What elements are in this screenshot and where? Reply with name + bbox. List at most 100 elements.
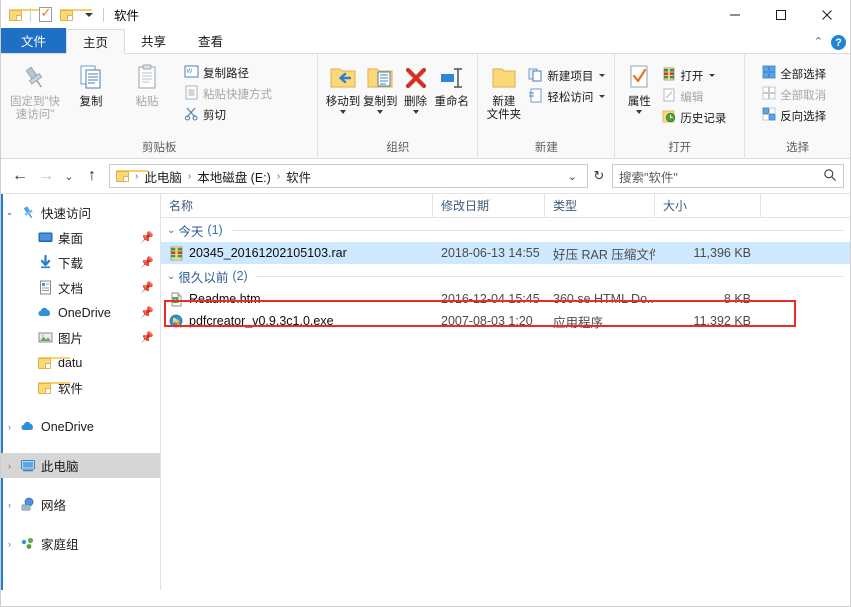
paste-shortcut-button[interactable]: 粘贴快捷方式 bbox=[181, 83, 275, 104]
sidebar-item-pictures[interactable]: 图片 📌 bbox=[1, 325, 160, 350]
invert-selection-button[interactable]: 反向选择 bbox=[759, 105, 829, 126]
copy-path-button[interactable]: W 复制路径 bbox=[181, 62, 275, 83]
tab-file[interactable]: 文件 bbox=[1, 28, 67, 53]
pin-icon[interactable]: 📌 bbox=[140, 331, 154, 344]
copy-path-icon: W bbox=[184, 64, 199, 82]
ribbon: 固定到"快 速访问" 复制 粘贴 W 复制路径 粘贴快捷方式 剪切 剪贴板 移动… bbox=[1, 54, 850, 159]
sidebar-item-quick-access[interactable]: ⌄ 快速访问 bbox=[1, 200, 160, 225]
sidebar-item-homegroup[interactable]: › 家庭组 bbox=[1, 531, 160, 556]
recent-locations-button[interactable]: ⌄ bbox=[59, 163, 79, 189]
tab-home[interactable]: 主页 bbox=[66, 29, 126, 54]
paste-button[interactable]: 粘贴 bbox=[119, 58, 175, 109]
up-button[interactable]: ↑ bbox=[79, 163, 105, 189]
delete-label: 删除 bbox=[404, 96, 428, 108]
file-list-pane[interactable]: 名称 ⌄ 修改日期 类型 大小 ⌄ 今天 (1) 20345_201612021… bbox=[161, 194, 850, 590]
chevron-down-icon[interactable]: ⌄ bbox=[167, 225, 175, 236]
properties-caret-icon[interactable] bbox=[636, 110, 643, 114]
sidebar-item-label: 下载 bbox=[58, 257, 84, 271]
help-icon[interactable]: ? bbox=[831, 35, 846, 50]
group-header-count: (1) bbox=[207, 223, 223, 237]
sidebar-item-datu[interactable]: datu bbox=[1, 350, 160, 375]
breadcrumb-dropdown-icon[interactable]: ⌄ bbox=[562, 170, 583, 183]
chevron-down-icon[interactable]: ⌄ bbox=[167, 271, 175, 282]
search-icon[interactable] bbox=[823, 168, 837, 185]
column-date-modified[interactable]: ⌄ 修改日期 bbox=[433, 194, 545, 218]
ribbon-group-label-open: 打开 bbox=[668, 142, 692, 154]
open-button[interactable]: 打开 bbox=[659, 65, 729, 86]
rename-button[interactable]: 重命名 bbox=[432, 58, 471, 109]
sidebar-item-software[interactable]: 软件 bbox=[1, 375, 160, 400]
edit-icon bbox=[662, 88, 676, 105]
easy-access-button[interactable]: 轻松访问 bbox=[525, 86, 608, 107]
tab-share[interactable]: 共享 bbox=[125, 28, 182, 53]
cut-button[interactable]: 剪切 bbox=[181, 104, 275, 125]
search-input[interactable]: 搜索"软件" bbox=[619, 167, 823, 186]
delete-caret-icon[interactable] bbox=[412, 110, 419, 114]
table-row[interactable]: 20345_20161202105103.rar 2018-06-13 14:5… bbox=[161, 242, 850, 264]
easy-access-caret-icon[interactable] bbox=[599, 95, 606, 98]
sidebar-item-onedrive[interactable]: › OneDrive bbox=[1, 414, 160, 439]
chevron-right-icon[interactable]: › bbox=[1, 539, 18, 549]
sidebar-item-downloads[interactable]: 下载 📌 bbox=[1, 250, 160, 275]
edit-button[interactable]: 编辑 bbox=[659, 86, 729, 107]
chevron-right-icon[interactable]: › bbox=[1, 422, 18, 432]
collapse-ribbon-icon[interactable]: ⌃ bbox=[814, 37, 823, 48]
pin-to-quick-access-button[interactable]: 固定到"快 速访问" bbox=[7, 58, 63, 122]
qat-new-folder-icon[interactable] bbox=[56, 4, 92, 26]
nav-spacer-2 bbox=[1, 439, 160, 453]
breadcrumb[interactable]: › 此电脑 › 本地磁盘 (E:) › 软件 ⌄ bbox=[109, 164, 588, 188]
pin-icon[interactable]: 📌 bbox=[140, 256, 154, 269]
window-controls bbox=[712, 0, 850, 29]
breadcrumb-item-local-disk-e[interactable]: 本地磁盘 (E:) bbox=[192, 167, 276, 186]
ribbon-group-label-new: 新建 bbox=[534, 142, 558, 154]
pin-icon[interactable]: 📌 bbox=[140, 281, 154, 294]
sidebar-item-network[interactable]: › 网络 bbox=[1, 492, 160, 517]
table-row[interactable]: e Readme.htm 2016-12-04 15:45 360 se HTM… bbox=[161, 288, 850, 310]
chevron-right-icon[interactable]: › bbox=[1, 461, 18, 471]
delete-button[interactable]: 删除 bbox=[399, 58, 432, 114]
select-all-button[interactable]: 全部选择 bbox=[759, 63, 829, 84]
copy-to-button[interactable]: 复制到 bbox=[362, 58, 399, 114]
maximize-button[interactable] bbox=[758, 0, 804, 29]
qat-customize-caret-icon[interactable] bbox=[78, 4, 100, 26]
minimize-button[interactable] bbox=[712, 0, 758, 29]
pin-icon[interactable]: 📌 bbox=[140, 306, 154, 319]
column-type[interactable]: 类型 bbox=[545, 194, 655, 218]
select-none-button[interactable]: 全部取消 bbox=[759, 84, 829, 105]
copy-button[interactable]: 复制 bbox=[63, 58, 119, 109]
new-item-caret-icon[interactable] bbox=[599, 74, 606, 77]
group-header-today[interactable]: ⌄ 今天 (1) bbox=[161, 218, 850, 242]
sidebar-item-this-pc[interactable]: › 此电脑 bbox=[1, 453, 160, 478]
chevron-down-icon[interactable]: ⌄ bbox=[1, 207, 18, 218]
new-folder-button[interactable]: 新建 文件夹 bbox=[484, 58, 523, 122]
qat-properties-icon[interactable] bbox=[34, 4, 56, 26]
table-row[interactable]: pdfcreator_v0.9.3c1.0.exe 2007-08-03 1:2… bbox=[161, 310, 850, 332]
sidebar-item-onedrive-quick[interactable]: OneDrive 📌 bbox=[1, 300, 160, 325]
back-button[interactable]: ← bbox=[7, 163, 33, 189]
move-to-caret-icon[interactable] bbox=[340, 110, 347, 114]
sidebar-item-desktop[interactable]: 桌面 📌 bbox=[1, 225, 160, 250]
qat-folder-icon[interactable] bbox=[5, 4, 41, 26]
sidebar-item-label: 图片 bbox=[58, 332, 84, 346]
forward-button[interactable]: → bbox=[33, 163, 59, 189]
copy-to-caret-icon[interactable] bbox=[377, 110, 384, 114]
move-to-button[interactable]: 移动到 bbox=[324, 58, 361, 114]
column-size[interactable]: 大小 bbox=[655, 194, 761, 218]
refresh-button[interactable]: ↻ bbox=[588, 164, 610, 188]
search-box[interactable]: 搜索"软件" bbox=[612, 164, 844, 188]
new-folder-label-line2: 文件夹 bbox=[486, 109, 522, 121]
close-button[interactable] bbox=[804, 0, 850, 29]
onedrive-cloud-icon bbox=[35, 305, 55, 320]
open-caret-icon[interactable] bbox=[709, 74, 716, 77]
column-name[interactable]: 名称 bbox=[161, 194, 433, 218]
sidebar-item-documents[interactable]: 文档 📌 bbox=[1, 275, 160, 300]
breadcrumb-item-software[interactable]: 软件 bbox=[281, 167, 316, 186]
new-item-button[interactable]: 新建项目 bbox=[525, 65, 608, 86]
pin-icon[interactable]: 📌 bbox=[140, 231, 154, 244]
group-header-long-ago[interactable]: ⌄ 很久以前 (2) bbox=[161, 264, 850, 288]
easy-access-label: 轻松访问 bbox=[547, 91, 594, 104]
history-button[interactable]: 历史记录 bbox=[659, 107, 729, 128]
properties-button[interactable]: 属性 bbox=[621, 58, 657, 114]
tab-view[interactable]: 查看 bbox=[182, 28, 239, 53]
chevron-right-icon[interactable]: › bbox=[1, 500, 18, 510]
